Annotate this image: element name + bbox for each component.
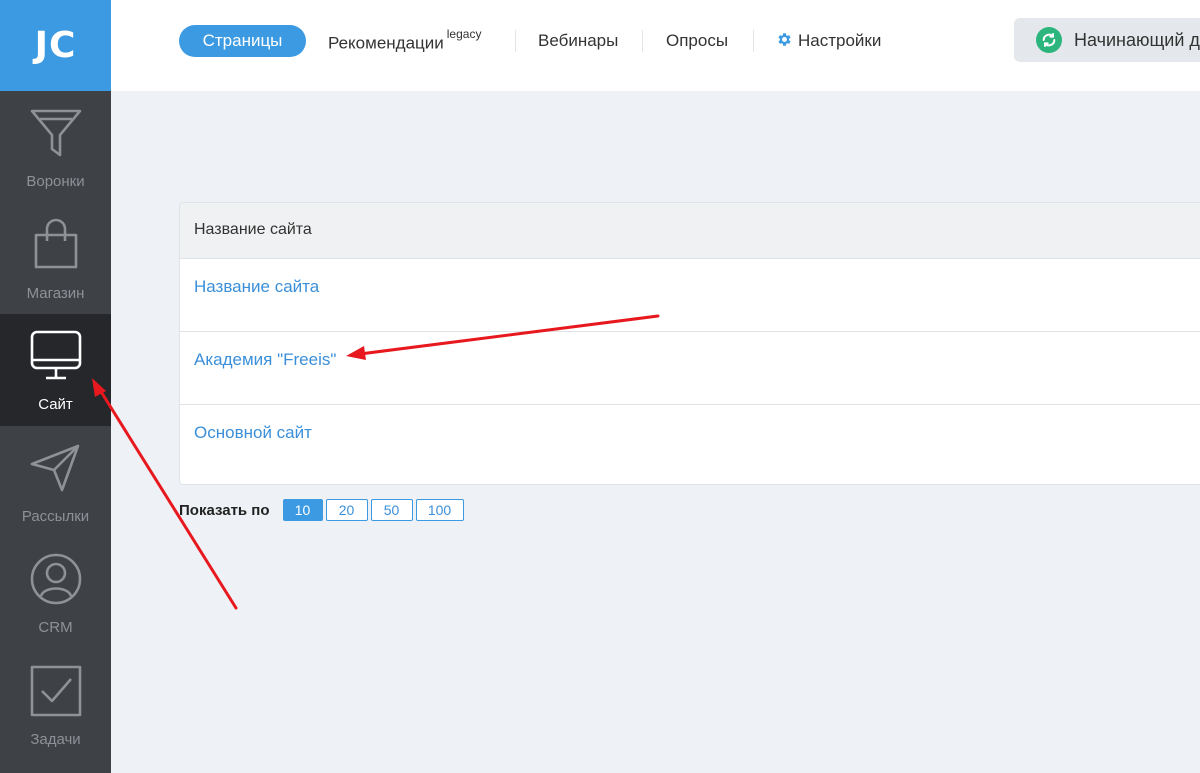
sidebar-item-label: Воронки xyxy=(26,173,85,190)
table-row: Основной сайт xyxy=(180,405,1200,478)
user-circle-icon xyxy=(30,553,81,605)
page-size-10-button[interactable]: 10 xyxy=(282,499,323,521)
sidebar-item-tasks[interactable]: Задачи xyxy=(0,649,111,761)
table-header: Название сайта xyxy=(180,203,1200,259)
status-button-label: Начинающий д xyxy=(1074,29,1200,50)
table-row: Академия "Freeis" xyxy=(180,332,1200,405)
page-size-20-button[interactable]: 20 xyxy=(325,499,368,521)
tab-webinars[interactable]: Вебинары xyxy=(538,31,618,51)
table-row: Название сайта xyxy=(180,259,1200,332)
refresh-icon xyxy=(1036,27,1062,53)
sidebar: JC Воронки Магазин Сайт Рассылки CRM Зад… xyxy=(0,0,111,773)
sidebar-item-label: Рассылки xyxy=(21,507,90,525)
logo[interactable]: JC xyxy=(0,0,111,91)
sidebar-item-label: Задачи xyxy=(30,730,81,748)
sidebar-item-site[interactable]: Сайт xyxy=(0,314,111,426)
page-size-label: Показать по xyxy=(179,501,270,519)
top-nav: Страницы Рекомендации legacy Вебинары Опр… xyxy=(111,0,1200,91)
sidebar-item-label: CRM xyxy=(38,619,73,636)
tab-label: Настройки xyxy=(798,31,882,50)
page-size-50-button[interactable]: 50 xyxy=(370,499,413,521)
paper-plane-icon xyxy=(30,444,79,491)
gear-icon xyxy=(778,33,791,46)
sidebar-item-funnels[interactable]: Воронки xyxy=(0,91,111,203)
tab-label: Рекомендации xyxy=(328,33,444,53)
sites-table: Название сайта Название сайта Академия "… xyxy=(179,202,1200,485)
sidebar-item-mailings[interactable]: Рассылки xyxy=(0,426,111,538)
sidebar-item-label: Магазин xyxy=(26,284,85,302)
site-link[interactable]: Название сайта xyxy=(194,277,319,296)
checkbox-icon xyxy=(30,665,81,716)
site-link[interactable]: Основной сайт xyxy=(194,423,312,442)
page-size-100-button[interactable]: 100 xyxy=(415,499,464,521)
legacy-badge: legacy xyxy=(446,27,482,41)
sidebar-item-shop[interactable]: Магазин xyxy=(0,203,111,315)
sidebar-item-label: Сайт xyxy=(38,396,73,413)
funnel-icon xyxy=(30,109,81,157)
page-size-selector: Показать по 10 20 50 100 xyxy=(179,499,467,521)
monitor-icon xyxy=(30,330,81,380)
sidebar-item-crm[interactable]: CRM xyxy=(0,537,111,649)
tab-pages[interactable]: Страницы xyxy=(179,25,306,57)
nav-divider xyxy=(753,30,754,52)
status-button[interactable]: Начинающий д xyxy=(1014,18,1200,62)
tab-surveys[interactable]: Опросы xyxy=(666,31,728,51)
tab-recommendations[interactable]: Рекомендации legacy xyxy=(328,27,481,54)
shopping-bag-icon xyxy=(34,218,77,268)
tab-settings[interactable]: Настройки xyxy=(776,31,881,51)
site-link[interactable]: Академия "Freeis" xyxy=(194,350,336,369)
nav-divider xyxy=(642,30,643,52)
nav-divider xyxy=(515,30,516,52)
